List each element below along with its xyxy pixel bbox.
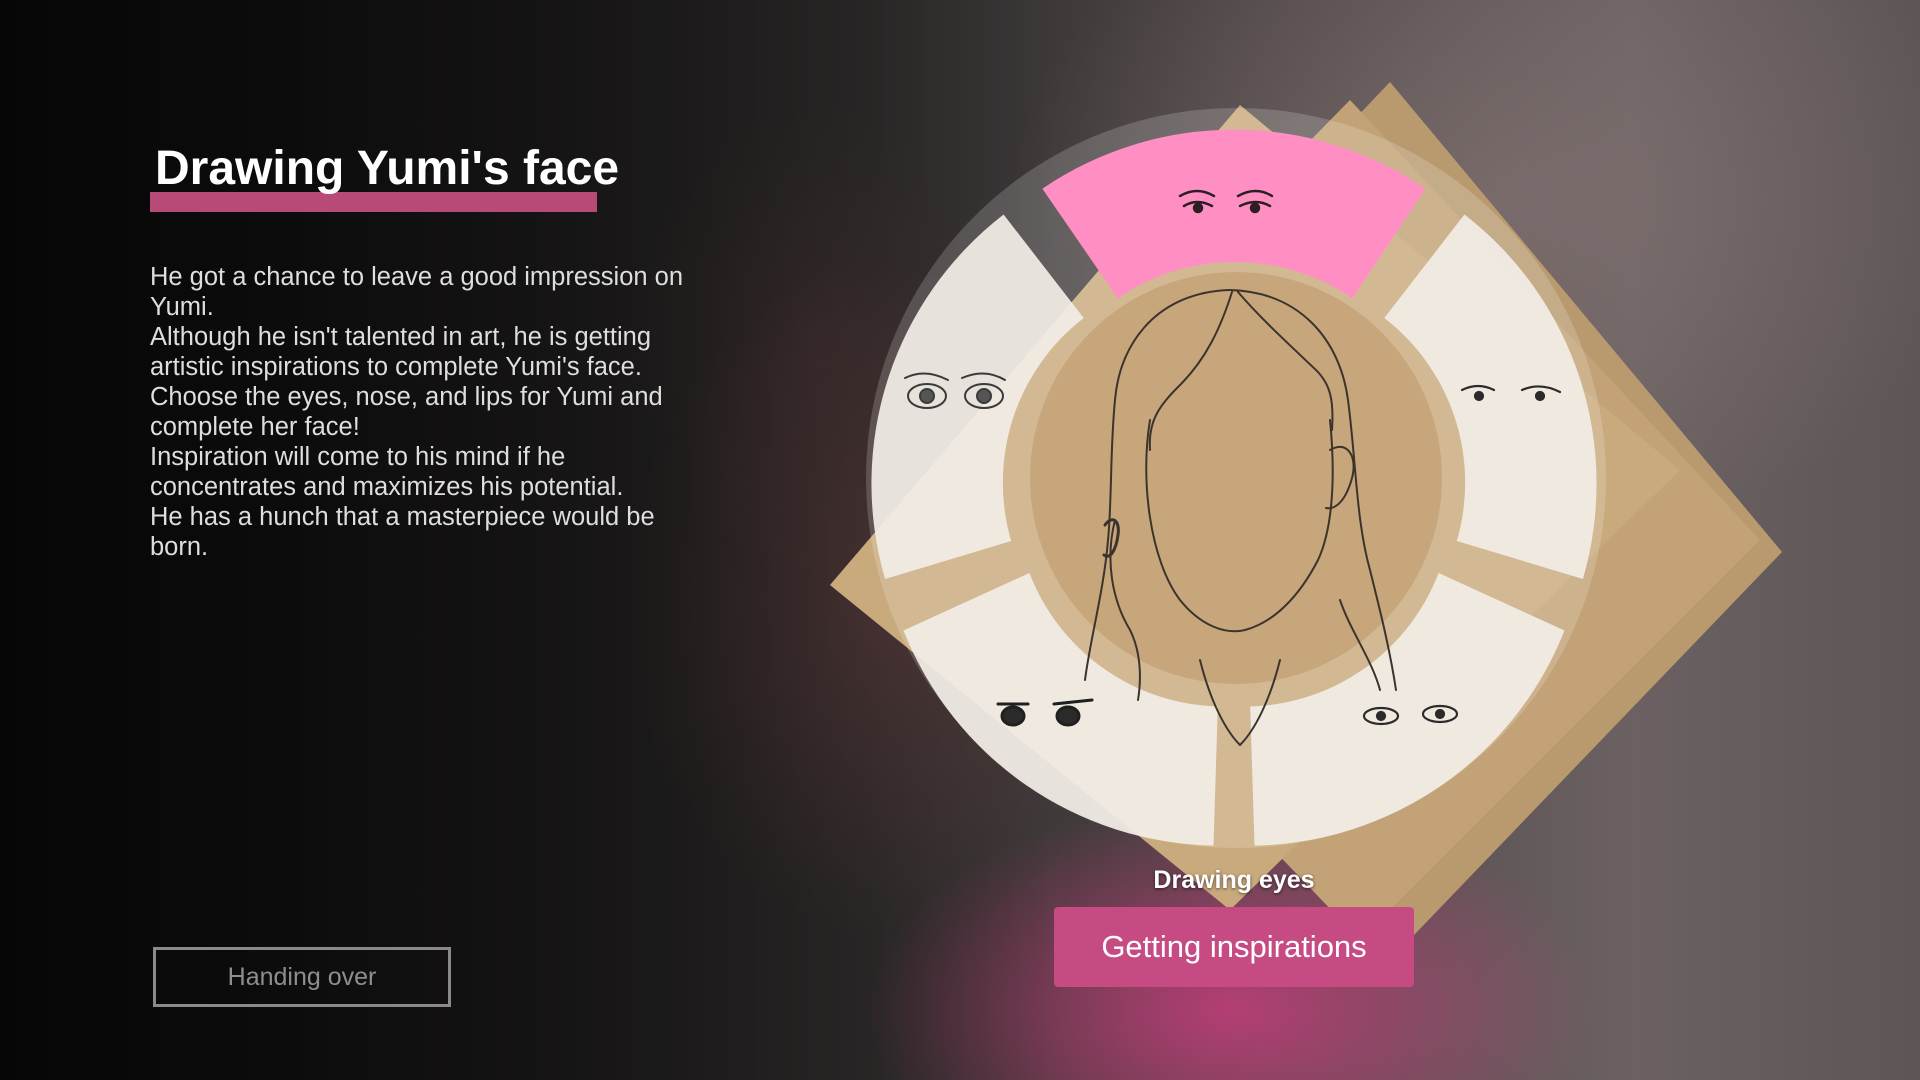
drawing-status-label: Drawing eyes xyxy=(1153,866,1315,894)
getting-inspirations-button[interactable]: Getting inspirations xyxy=(1054,907,1414,987)
center-paper xyxy=(1030,272,1442,684)
selection-wheel xyxy=(830,82,1782,960)
